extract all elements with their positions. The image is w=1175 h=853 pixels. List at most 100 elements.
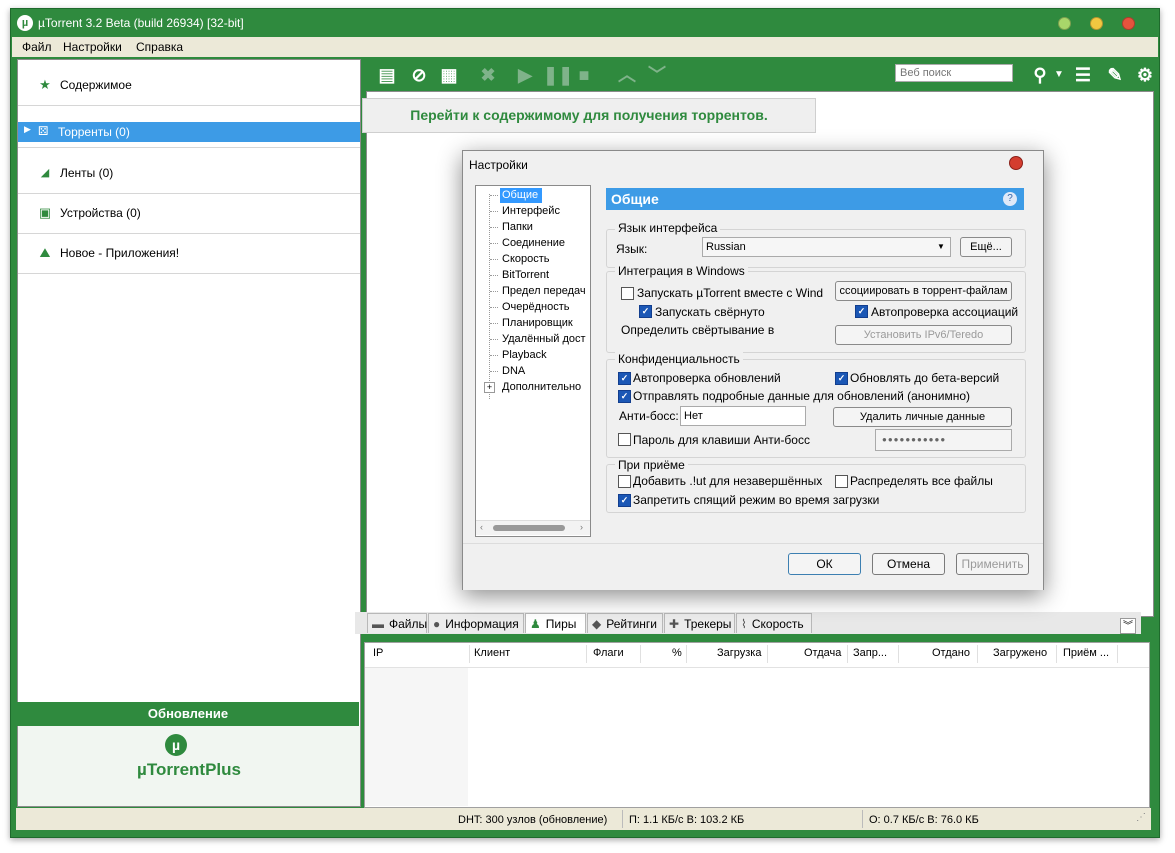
collapse-panel-button[interactable]: ︾ (1120, 618, 1136, 634)
apply-button[interactable]: Применить (956, 553, 1029, 575)
tab-peers[interactable]: ♟ Пиры (525, 613, 586, 633)
menu-settings[interactable]: Настройки (63, 40, 122, 54)
tree-item-general[interactable]: Общие (502, 189, 538, 201)
utorrent-plus-logo-icon: µ (165, 734, 187, 756)
tree-item-folders[interactable]: Папки (502, 221, 533, 233)
scroll-right-icon[interactable]: › (580, 522, 583, 532)
dialog-close-button[interactable] (1009, 156, 1023, 170)
col-requests[interactable]: Запр... (853, 647, 887, 659)
sidebar-item-apps[interactable]: ⛰ Новое - Приложения! (18, 233, 360, 274)
add-link-icon[interactable]: ⊘ (408, 64, 430, 86)
sidebar-item-devices[interactable]: ▣ Устройства (0) (18, 193, 360, 234)
prevent-sleep-label: Запретить спящий режим во время загрузки (633, 493, 880, 507)
tree-item-scheduler[interactable]: Планировщик (502, 317, 573, 329)
tab-info[interactable]: ● Информация (428, 613, 524, 633)
tree-scrollbar[interactable]: ‹ › (476, 520, 590, 535)
col-download[interactable]: Загрузка (717, 647, 761, 659)
remote-icon[interactable]: ✎ (1104, 64, 1126, 86)
help-icon[interactable]: ? (1003, 192, 1017, 206)
expand-icon[interactable]: + (484, 382, 495, 393)
start-with-windows-checkbox[interactable] (621, 287, 634, 300)
col-flags[interactable]: Флаги (593, 647, 624, 659)
maximize-button[interactable] (1090, 17, 1103, 30)
tree-item-queueing[interactable]: Очерёдность (502, 301, 570, 313)
tree-item-advanced[interactable]: Дополнительно (502, 381, 581, 393)
send-data-label: Отправлять подробные данные для обновлен… (633, 389, 970, 403)
cancel-button[interactable]: Отмена (872, 553, 945, 575)
title-bar[interactable]: µ µTorrent 3.2 Beta (build 26934) [32-bi… (11, 9, 1159, 37)
menu-file[interactable]: Файл (22, 40, 52, 54)
add-torrent-icon[interactable]: ▤ (376, 64, 398, 86)
tree-item-connection[interactable]: Соединение (502, 237, 565, 249)
col-client[interactable]: Клиент (474, 647, 510, 659)
boss-password-checkbox[interactable] (618, 433, 631, 446)
install-ipv6-button[interactable]: Установить IPv6/Teredo (835, 325, 1012, 345)
tab-ratings[interactable]: ◆ Рейтинги (587, 613, 663, 633)
expand-arrow-icon[interactable]: ▶ (24, 124, 31, 135)
banner-text: Перейти к содержимому для получения торр… (410, 107, 768, 123)
preallocate-checkbox[interactable] (835, 475, 848, 488)
sidebar-item-torrents[interactable]: ▶ ⚄ Торренты (0) (18, 122, 360, 142)
scroll-thumb[interactable] (493, 525, 565, 531)
prevent-sleep-checkbox[interactable]: ✓ (618, 494, 631, 507)
content-banner[interactable]: Перейти к содержимому для получения торр… (362, 98, 816, 133)
utorrent-plus-promo[interactable]: µ µTorrentPlus (17, 726, 361, 807)
search-dropdown-icon[interactable]: ▼ (1048, 64, 1070, 86)
beta-updates-checkbox[interactable]: ✓ (835, 372, 848, 385)
start-icon[interactable]: ▶ (514, 64, 536, 86)
tree-item-speed[interactable]: Скорость (502, 253, 550, 265)
more-languages-button[interactable]: Ещё... (960, 237, 1012, 257)
dialog-title: Настройки (469, 158, 528, 172)
peers-icon: ♟ (530, 617, 541, 631)
associate-button[interactable]: ссоциировать в торрент-файлам (835, 281, 1012, 301)
language-select[interactable]: Russian ▼ (702, 237, 951, 257)
boss-key-input[interactable]: Нет (680, 406, 806, 426)
sidebar-item-content[interactable]: ★ Содержимое (18, 65, 360, 106)
search-input[interactable] (895, 64, 1013, 82)
pause-icon[interactable]: ❚❚ (543, 64, 573, 86)
menu-help[interactable]: Справка (136, 40, 183, 54)
col-downloaded[interactable]: Загружено (993, 647, 1047, 659)
status-upload[interactable]: О: 0.7 КБ/с В: 76.0 КБ (869, 814, 979, 826)
tree-item-bittorrent[interactable]: BitTorrent (502, 269, 549, 281)
resize-grip-icon[interactable]: ⋰ (1136, 812, 1146, 823)
ok-button[interactable]: ОК (788, 553, 861, 575)
gear-icon[interactable]: ⚙ (1134, 64, 1156, 86)
create-torrent-icon[interactable]: ▦ (438, 64, 460, 86)
update-button[interactable]: Обновление (17, 702, 359, 726)
check-associations-checkbox[interactable]: ✓ (855, 305, 868, 318)
remove-icon[interactable]: ✖ (477, 64, 499, 86)
close-button[interactable] (1122, 17, 1135, 30)
sidebar-item-feeds[interactable]: ◢ Ленты (0) (18, 153, 360, 194)
col-upload[interactable]: Отдача (804, 647, 841, 659)
tab-speed[interactable]: ⌇ Скорость (736, 613, 812, 633)
speed-graph-icon: ⌇ (741, 617, 747, 631)
tree-item-dna[interactable]: DNA (502, 365, 525, 377)
tree-item-playback[interactable]: Playback (502, 349, 547, 361)
delete-private-data-button[interactable]: Удалить личные данные (833, 407, 1012, 427)
stop-icon[interactable]: ■ (573, 64, 595, 86)
minimize-button[interactable] (1058, 17, 1071, 30)
append-ut-checkbox[interactable] (618, 475, 631, 488)
send-data-checkbox[interactable]: ✓ (618, 390, 631, 403)
col-peer-dl[interactable]: Приём ... (1063, 647, 1109, 659)
tab-files[interactable]: ▬ Файлы (367, 613, 427, 633)
tree-item-transfer-cap[interactable]: Предел передач (502, 285, 586, 297)
tree-item-remote[interactable]: Удалённый дост (502, 333, 586, 345)
col-ip[interactable]: IP (373, 647, 383, 659)
boss-password-input[interactable]: ●●●●●●●●●●● (875, 429, 1012, 451)
tree-item-interface[interactable]: Интерфейс (502, 205, 560, 217)
group-windows-title: Интеграция в Windows (615, 264, 748, 278)
col-percent[interactable]: % (672, 647, 682, 659)
start-minimized-checkbox[interactable]: ✓ (639, 305, 652, 318)
tab-trackers[interactable]: ✚ Трекеры (664, 613, 735, 633)
status-dht[interactable]: DHT: 300 узлов (обновление) (458, 814, 607, 826)
peers-header: IP Клиент Флаги % Загрузка Отдача Запр..… (365, 643, 1149, 668)
auto-updates-checkbox[interactable]: ✓ (618, 372, 631, 385)
move-down-icon[interactable]: ﹀ (646, 64, 668, 86)
status-download[interactable]: П: 1.1 КБ/с В: 103.2 КБ (629, 814, 744, 826)
list-view-icon[interactable]: ☰ (1072, 64, 1094, 86)
move-up-icon[interactable]: ︿ (616, 64, 638, 86)
scroll-left-icon[interactable]: ‹ (480, 522, 483, 532)
col-uploaded[interactable]: Отдано (932, 647, 970, 659)
